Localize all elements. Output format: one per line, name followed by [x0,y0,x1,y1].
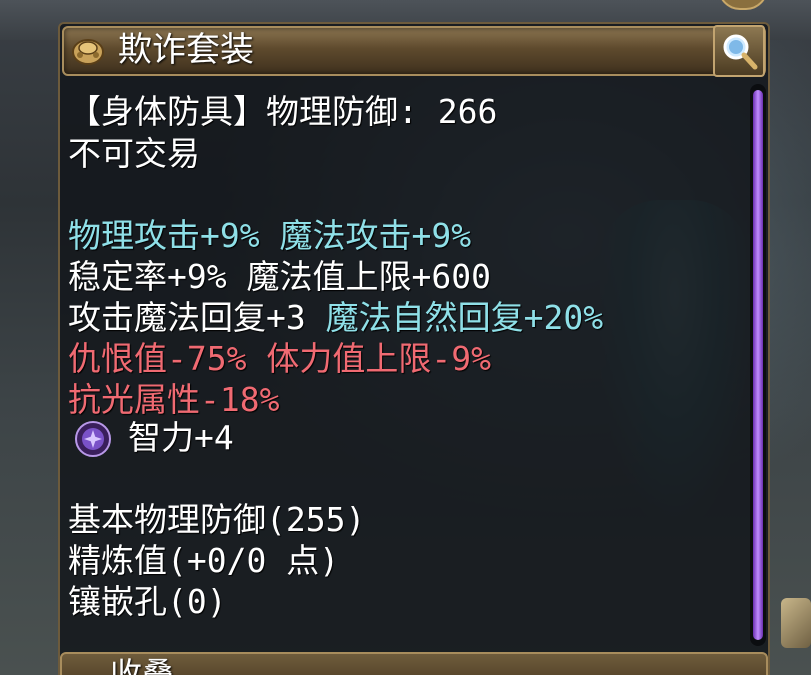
stat-text: 魔法自然回复+20% [325,298,604,337]
stat-line: 物理攻击+9% 魔法攻击+9% [68,216,471,256]
scroll-thumb[interactable] [753,90,763,640]
inspect-button[interactable] [713,25,765,77]
item-type-line: 【身体防具】物理防御: 266 [68,92,498,131]
stat-line: 仇恨值-75% 体力值上限-9% [68,339,491,379]
base-defense: 基本物理防御(255) [68,500,366,539]
item-name: 欺诈套装 [118,30,254,70]
stat-text: 攻击魔法回复+3 [68,298,326,337]
gem-bonus: 智力+4 [128,418,234,457]
socket-count: 镶嵌孔(0) [68,582,227,621]
collapse-label[interactable]: 收叠 [110,654,174,675]
stat-text: 抗光属性-18% [68,380,280,419]
stat-text: 仇恨值-75% [68,339,267,378]
armor-item-icon [70,33,106,69]
stat-text: 稳定率+9% [68,257,247,296]
stat-line: 抗光属性-18% [68,380,279,420]
stat-text: 物理攻击+9% [68,216,280,255]
stat-text: 体力值上限-9% [266,339,491,378]
tooltip-scrollbar[interactable] [750,84,766,646]
purple-gem-icon [74,420,112,458]
refine-value: 精炼值(+0/0 点) [68,541,340,580]
stat-text: 魔法攻击+9% [279,216,472,255]
stat-text: 魔法值上限+600 [246,257,491,296]
scene-ornament [781,598,811,648]
trade-status: 不可交易 [68,134,200,173]
magnifier-icon [723,34,758,70]
stat-line: 稳定率+9% 魔法值上限+600 [68,257,491,297]
stat-line: 攻击魔法回复+3 魔法自然回复+20% [68,298,603,338]
